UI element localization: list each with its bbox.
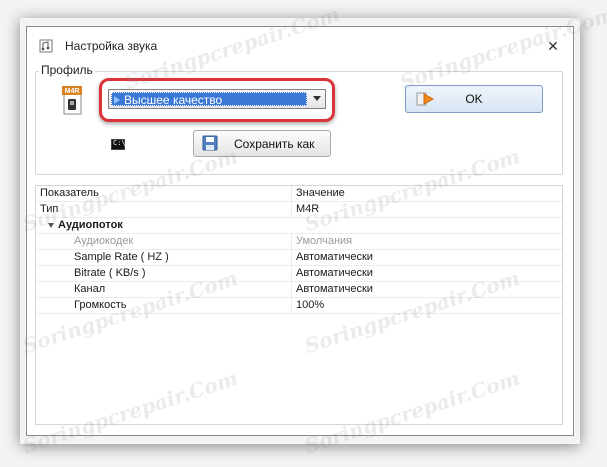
console-icon-label: C:\	[113, 139, 126, 147]
row-value: Автоматически	[296, 251, 373, 263]
table-row[interactable]: Громкость 100%	[36, 298, 562, 314]
table-row[interactable]: Аудиокодек Умолчания	[36, 234, 562, 250]
column-divider	[291, 186, 292, 202]
ok-button-label: OK	[465, 92, 483, 106]
table-row[interactable]: Тип M4R	[36, 202, 562, 218]
floppy-disk-icon	[202, 135, 218, 151]
properties-grid: Показатель Значение Тип M4R Аудиопоток А…	[35, 185, 563, 425]
save-as-button[interactable]: Сохранить как	[193, 130, 331, 157]
m4r-file-icon: M4R	[62, 86, 82, 115]
profile-group-label: Профиль	[39, 63, 95, 77]
row-name: Канал	[74, 283, 106, 295]
ok-button[interactable]: OK	[405, 85, 543, 113]
row-name: Bitrate ( KB/s )	[74, 267, 146, 279]
column-divider	[291, 298, 292, 314]
column-divider	[291, 266, 292, 282]
window-title: Настройка звука	[65, 39, 158, 53]
column-divider	[291, 234, 292, 250]
properties-header: Показатель Значение	[36, 186, 562, 202]
header-parameter: Показатель	[40, 187, 99, 199]
row-value: 100%	[296, 299, 325, 311]
group-name: Аудиопоток	[58, 219, 123, 231]
header-value: Значение	[296, 187, 345, 199]
close-icon[interactable]: ✕	[543, 36, 563, 56]
profile-dropdown-value: Высшее качество	[124, 93, 223, 107]
row-value: Автоматически	[296, 283, 373, 295]
profile-dropdown[interactable]: Высшее качество	[108, 89, 326, 109]
profile-dropdown-highlight: Высшее качество	[99, 78, 335, 122]
selection-marker-icon	[114, 96, 120, 104]
row-value: M4R	[296, 203, 320, 215]
table-row[interactable]: Bitrate ( KB/s ) Автоматически	[36, 266, 562, 282]
table-row[interactable]: Канал Автоматически	[36, 282, 562, 298]
column-divider	[291, 202, 292, 218]
profile-dropdown-selection: Высшее качество	[111, 92, 307, 107]
column-divider	[291, 282, 292, 298]
collapse-triangle-icon[interactable]	[48, 223, 54, 228]
row-value: Умолчания	[296, 235, 353, 247]
console-icon: C:\	[111, 139, 126, 150]
row-name: Аудиокодек	[74, 235, 134, 247]
title-bar: Настройка звука ✕	[27, 27, 573, 65]
sound-settings-dialog: Настройка звука ✕ Профиль M4R Высшее кач…	[26, 26, 574, 436]
save-as-label: Сохранить как	[234, 137, 315, 151]
column-divider	[291, 250, 292, 266]
dropdown-arrow-icon[interactable]	[313, 96, 321, 101]
file-icon-label: M4R	[65, 88, 80, 95]
row-name: Громкость	[74, 299, 127, 311]
app-icon	[39, 39, 53, 53]
row-value: Автоматически	[296, 267, 373, 279]
table-row[interactable]: Sample Rate ( HZ ) Автоматически	[36, 250, 562, 266]
table-row-group[interactable]: Аудиопоток	[36, 218, 562, 234]
row-name: Sample Rate ( HZ )	[74, 251, 169, 263]
row-name: Тип	[40, 203, 59, 215]
